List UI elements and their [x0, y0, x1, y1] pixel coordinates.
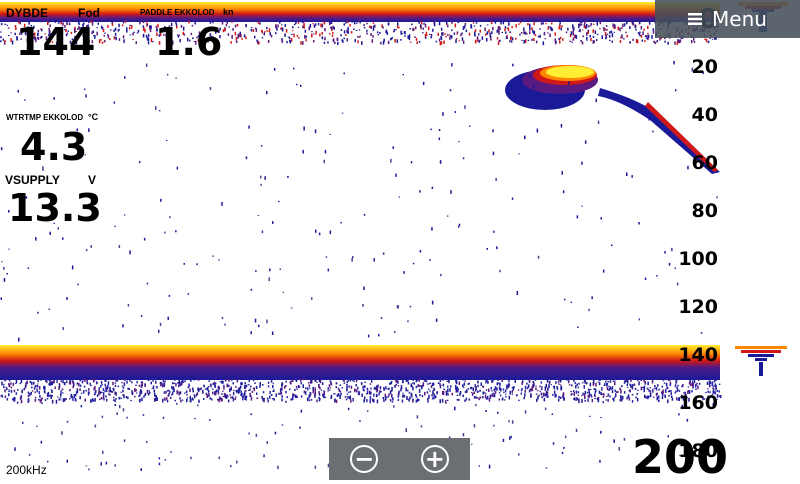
zoom-controls: − + [329, 438, 470, 480]
depth-tick: 140 [678, 344, 718, 366]
frequency-label: 200kHz [6, 463, 47, 477]
depth-unit-label: Fod [78, 6, 100, 20]
water-temp-label: WTRTMP EKKOLOD [6, 113, 84, 122]
paddle-unit: kn [223, 7, 234, 17]
zoom-out-icon[interactable]: − [350, 445, 379, 473]
depth-tick: 60 [691, 152, 718, 174]
depth-tick: 120 [678, 296, 718, 318]
depth-tick: 100 [678, 248, 718, 270]
paddle-value: 1.6 [155, 20, 223, 64]
depth-tick: 80 [691, 200, 718, 222]
depth-label: DYBDE [6, 6, 49, 20]
zoom-in-icon[interactable]: + [420, 445, 449, 473]
vsupply-value: 13.3 [8, 186, 102, 230]
depth-tick: 40 [691, 104, 718, 126]
surface-clutter [0, 2, 720, 22]
menu-label: Menu [712, 7, 767, 31]
water-temp-value: 4.3 [20, 125, 88, 169]
vsupply-unit: V [88, 173, 97, 187]
menu-button[interactable]: Menu [655, 0, 800, 38]
depth-tick: 20 [691, 56, 718, 78]
bottom-indicator [735, 346, 787, 376]
water-temp-unit: °C [88, 112, 99, 122]
bottom-return [0, 345, 720, 380]
paddle-label: PADDLE EKKOLOD [140, 8, 215, 17]
vsupply-label: VSUPPLY [5, 173, 60, 187]
depth-range-max[interactable]: 200 [632, 430, 728, 484]
depth-value: 144 [16, 20, 96, 64]
menu-icon [688, 7, 703, 31]
depth-tick: 160 [678, 392, 718, 414]
water-column-speckle [0, 60, 718, 342]
surface-speckle [0, 20, 719, 46]
